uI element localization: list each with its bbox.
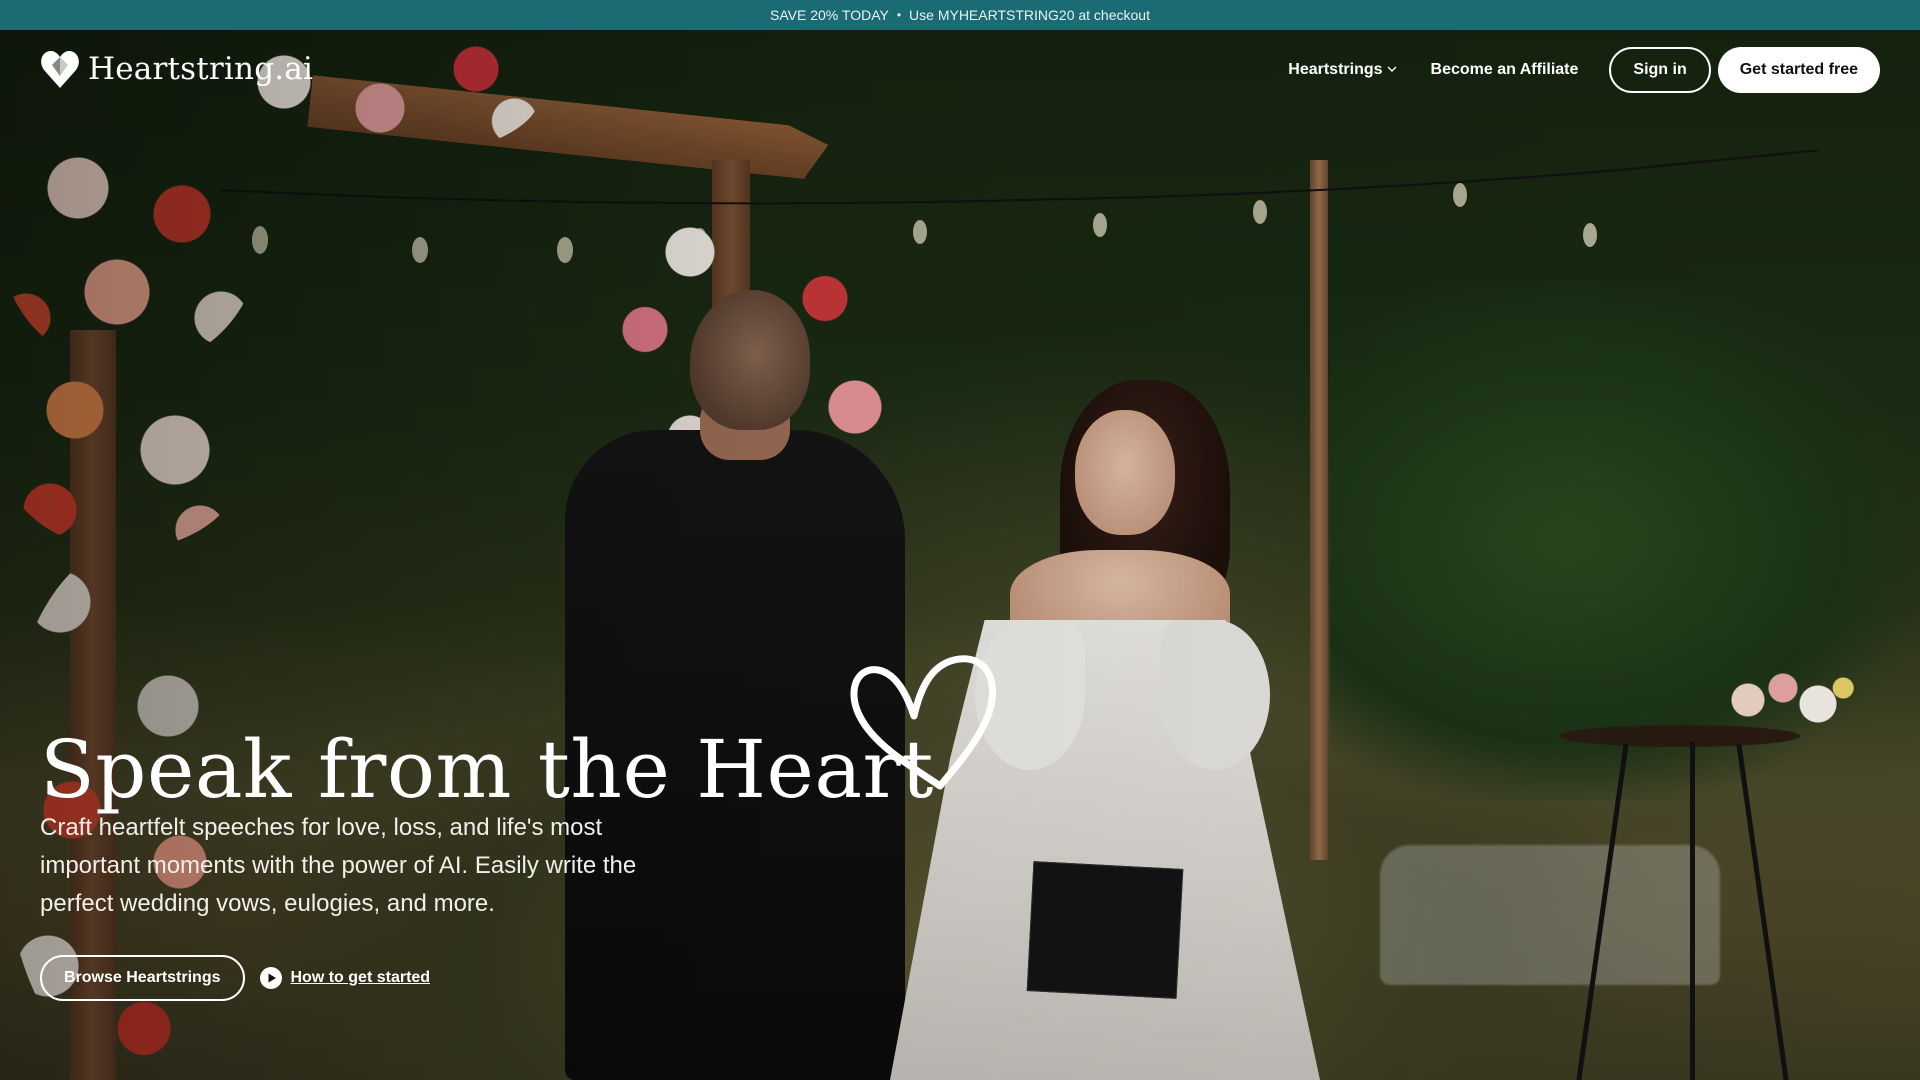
logo-link[interactable]: Heartstring.ai <box>40 48 313 90</box>
logo-text: Heartstring.ai <box>88 51 314 87</box>
how-to-get-started-link[interactable]: How to get started <box>259 966 431 990</box>
promo-bar: SAVE 20% TODAY • Use MYHEARTSTRING20 at … <box>0 0 1920 30</box>
promo-offer: SAVE 20% TODAY <box>770 7 889 23</box>
top-navigation: Heartstring.ai Heartstrings Become an Af… <box>0 30 1920 110</box>
sign-in-button[interactable]: Sign in <box>1609 47 1711 93</box>
browse-heartstrings-button[interactable]: Browse Heartstrings <box>40 955 245 1001</box>
how-to-get-started-label: How to get started <box>290 969 431 986</box>
hero-title-wrap: Speak from the Heart <box>40 655 934 810</box>
promo-separator: • <box>896 8 902 22</box>
nav-affiliate-link[interactable]: Become an Affiliate <box>1431 61 1579 79</box>
play-circle-icon <box>259 967 282 989</box>
nav-heartstrings-dropdown[interactable]: Heartstrings <box>1288 61 1397 79</box>
nav-heartstrings-label: Heartstrings <box>1288 61 1383 78</box>
chevron-down-icon <box>1387 66 1397 72</box>
hero-subtitle: Craft heartfelt speeches for love, loss,… <box>40 814 637 917</box>
heart-outline-icon <box>850 655 997 790</box>
promo-code: Use MYHEARTSTRING20 at checkout <box>909 7 1150 23</box>
get-started-button[interactable]: Get started free <box>1717 47 1880 93</box>
nav-links: Heartstrings Become an Affiliate Sign in… <box>1288 47 1880 93</box>
hero-title: Speak from the Heart <box>40 723 934 816</box>
hero-actions: Browse Heartstrings How to get started <box>40 955 430 1001</box>
heart-logo-icon <box>41 51 79 88</box>
